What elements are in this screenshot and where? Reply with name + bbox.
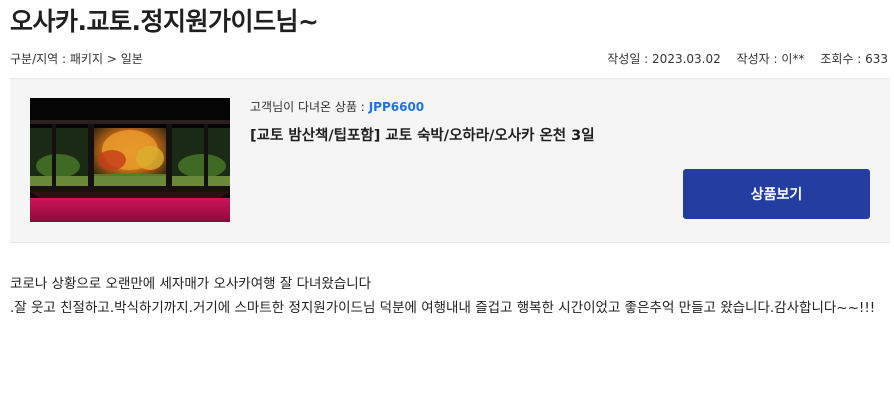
review-line-2: .잘 웃고 친절하고.박식하기까지.거기에 스마트한 정지원가이드님 덕분에 여… xyxy=(10,300,876,316)
visited-product-line: 고객님이 다녀온 상품 : JPP6600 xyxy=(250,98,870,115)
review-body: 코로나 상황으로 오랜만에 세자매가 오사카여행 잘 다녀왔습니다 .잘 웃고 … xyxy=(10,272,890,320)
views-label: 조회수 : xyxy=(820,52,862,66)
visited-product-card: 고객님이 다녀온 상품 : JPP6600 [교토 밤산책/팁포함] 교토 숙박… xyxy=(10,78,890,243)
product-info: 고객님이 다녀온 상품 : JPP6600 [교토 밤산책/팁포함] 교토 숙박… xyxy=(250,98,870,145)
category-value: 패키지 > 일본 xyxy=(69,52,143,66)
japanese-garden-photo-icon xyxy=(30,98,230,222)
date-info: 작성일 : 2023.03.02 xyxy=(607,52,721,66)
views-info: 조회수 : 633 xyxy=(820,52,888,66)
product-thumbnail[interactable] xyxy=(30,98,230,222)
view-product-button[interactable]: 상품보기 xyxy=(683,169,870,219)
review-meta: 구분/지역 : 패키지 > 일본 작성일 : 2023.03.02 작성자 : … xyxy=(10,50,888,68)
product-name-link[interactable]: [교토 밤산책/팁포함] 교토 숙박/오하라/오사카 온천 3일 xyxy=(250,124,870,145)
views-value: 633 xyxy=(865,52,888,66)
post-info: 작성일 : 2023.03.02 작성자 : 이** 조회수 : 633 xyxy=(595,50,888,67)
visited-label: 고객님이 다녀온 상품 : xyxy=(250,100,365,114)
category-info: 구분/지역 : 패키지 > 일본 xyxy=(10,50,143,67)
author-value: 이** xyxy=(781,52,805,66)
date-value: 2023.03.02 xyxy=(652,52,721,66)
category-label: 구분/지역 : xyxy=(10,52,67,66)
date-label: 작성일 : xyxy=(607,52,649,66)
review-line-1: 코로나 상황으로 오랜만에 세자매가 오사카여행 잘 다녀왔습니다 xyxy=(10,276,372,292)
review-title: 오사카.교토.정지원가이드님~ xyxy=(10,7,319,36)
author-info: 작성자 : 이** xyxy=(737,52,805,66)
product-code-link[interactable]: JPP6600 xyxy=(369,100,424,114)
author-label: 작성자 : xyxy=(736,52,778,66)
